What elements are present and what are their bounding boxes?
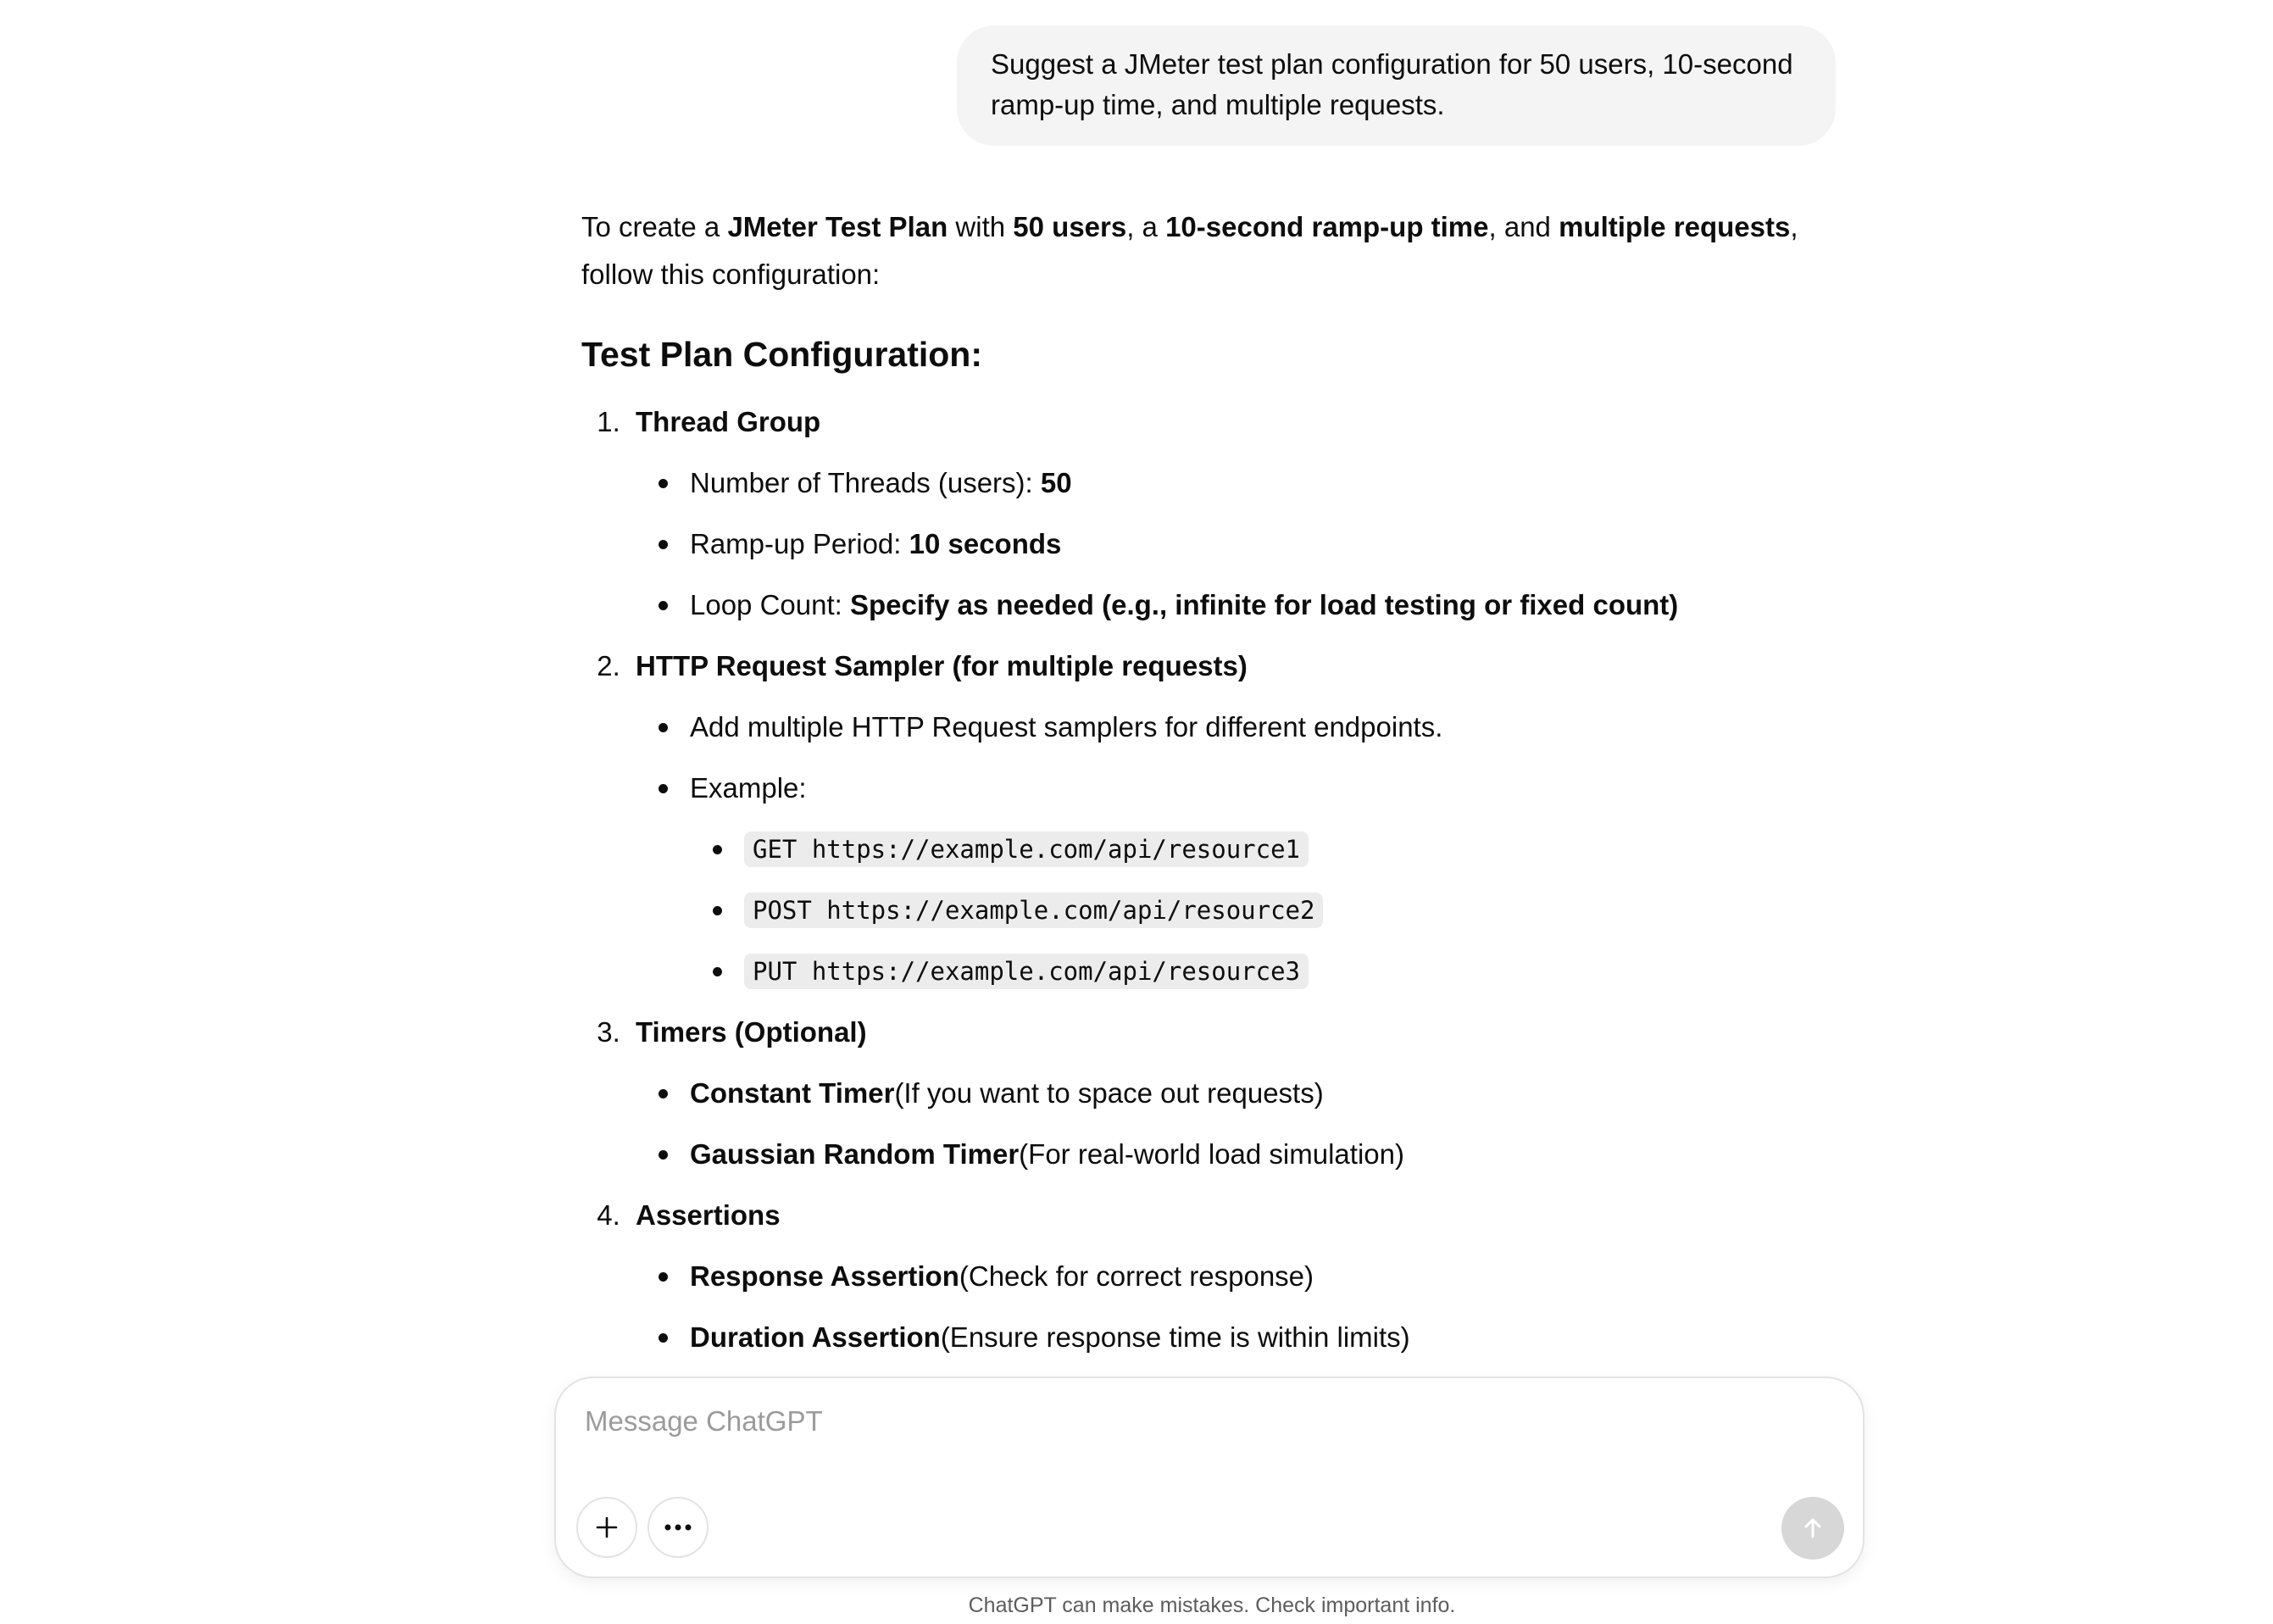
bullet-value: 50 — [1040, 467, 1072, 498]
send-button[interactable] — [1781, 1497, 1844, 1560]
bullet-text: Example: — [690, 772, 807, 804]
step-title: Timers (Optional) — [636, 1016, 867, 1048]
bullet-text: (If you want to space out requests) — [894, 1077, 1324, 1109]
intro-text: , and — [1488, 211, 1559, 242]
bullet-label: Loop Count: — [690, 589, 842, 620]
intro-text: To create a — [581, 211, 728, 242]
bullet-icon — [690, 844, 744, 854]
bullet-icon — [690, 905, 744, 915]
list-item: Duration Assertion (Ensure response time… — [581, 1307, 1810, 1368]
list-item: Add multiple HTTP Request samplers for d… — [581, 697, 1810, 758]
code-snippet: POST https://example.com/api/resource2 — [744, 893, 1324, 928]
bullet-icon — [636, 1332, 690, 1343]
bullet-value: Specify as needed (e.g., infinite for lo… — [849, 589, 1679, 620]
code-snippet: PUT https://example.com/api/resource3 — [744, 954, 1309, 989]
step-title: Assertions — [636, 1199, 781, 1231]
bullet-icon — [636, 722, 690, 732]
step-number: 4. — [597, 1199, 620, 1231]
list-item: POST https://example.com/api/resource2 — [581, 880, 1810, 941]
list-item: Loop Count: Specify as needed (e.g., inf… — [581, 575, 1810, 636]
step-number: 1. — [597, 406, 620, 437]
plus-icon — [596, 1516, 618, 1538]
message-composer — [554, 1377, 1865, 1578]
bullet-icon — [636, 1149, 690, 1160]
bullet-text: (For real-world load simulation) — [1019, 1138, 1404, 1170]
bullet-text: Add multiple HTTP Request samplers for d… — [690, 711, 1443, 742]
bullet-text: (Check for correct response) — [959, 1260, 1314, 1292]
bullet-icon — [636, 1271, 690, 1282]
step-title: HTTP Request Sampler (for multiple reque… — [636, 650, 1248, 681]
step-item: 2. HTTP Request Sampler (for multiple re… — [581, 636, 1810, 697]
step-number: 3. — [597, 1016, 620, 1048]
bullet-icon — [636, 539, 690, 549]
step-title: Thread Group — [636, 406, 821, 437]
list-item: Gaussian Random Timer (For real-world lo… — [581, 1124, 1810, 1185]
section-heading: Test Plan Configuration: — [581, 335, 983, 374]
list-item: Example: — [581, 758, 1810, 819]
more-horizontal-icon — [664, 1524, 692, 1531]
bullet-icon — [636, 783, 690, 793]
step-item: 1. Thread Group — [581, 392, 1810, 453]
intro-bold: JMeter Test Plan — [727, 211, 948, 242]
intro-paragraph: To create a JMeter Test Plan with 50 use… — [581, 203, 1810, 298]
user-message-bubble: Suggest a JMeter test plan configuration… — [957, 25, 1836, 146]
list-item: PUT https://example.com/api/resource3 — [581, 941, 1810, 1002]
user-message-text: Suggest a JMeter test plan configuration… — [991, 48, 1793, 120]
list-item: GET https://example.com/api/resource1 — [581, 819, 1810, 880]
tools-button[interactable] — [647, 1497, 709, 1558]
bullet-icon — [636, 600, 690, 610]
code-snippet: GET https://example.com/api/resource1 — [744, 831, 1309, 867]
intro-bold: 10-second ramp-up time — [1165, 211, 1489, 242]
list-item: Ramp-up Period: 10 seconds — [581, 514, 1810, 575]
bullet-text: (Ensure response time is within limits) — [940, 1321, 1410, 1353]
intro-text: with — [948, 211, 1014, 242]
bullet-icon — [690, 966, 744, 976]
arrow-up-icon — [1804, 1518, 1821, 1538]
steps-list: 1. Thread Group Number of Threads (users… — [581, 392, 1810, 1368]
list-item: Number of Threads (users): 50 — [581, 453, 1810, 514]
intro-bold: multiple requests — [1559, 211, 1791, 242]
bullet-label: Ramp-up Period: — [690, 528, 902, 559]
assistant-message: To create a JMeter Test Plan with 50 use… — [581, 203, 1810, 1368]
bullet-bold: Response Assertion — [690, 1260, 959, 1292]
message-input[interactable] — [585, 1400, 1771, 1443]
bullet-bold: Duration Assertion — [690, 1321, 941, 1353]
step-item: 3. Timers (Optional) — [581, 1002, 1810, 1063]
conversation-thread: Suggest a JMeter test plan configuration… — [0, 0, 2273, 1373]
bullet-icon — [636, 1088, 690, 1098]
bullet-bold: Gaussian Random Timer — [690, 1138, 1020, 1170]
intro-text: , a — [1126, 211, 1166, 242]
intro-bold: 50 users — [1013, 211, 1127, 242]
list-item: Constant Timer (If you want to space out… — [581, 1063, 1810, 1124]
disclaimer-text: ChatGPT can make mistakes. Check importa… — [968, 1593, 1456, 1617]
step-item: 4. Assertions — [581, 1185, 1810, 1246]
bullet-value: 10 seconds — [909, 528, 1062, 559]
attach-button[interactable] — [576, 1497, 637, 1558]
list-item: Response Assertion (Check for correct re… — [581, 1246, 1810, 1307]
bullet-label: Number of Threads (users): — [690, 467, 1033, 498]
step-number: 2. — [597, 650, 620, 681]
bullet-bold: Constant Timer — [690, 1077, 895, 1109]
bullet-icon — [636, 478, 690, 488]
